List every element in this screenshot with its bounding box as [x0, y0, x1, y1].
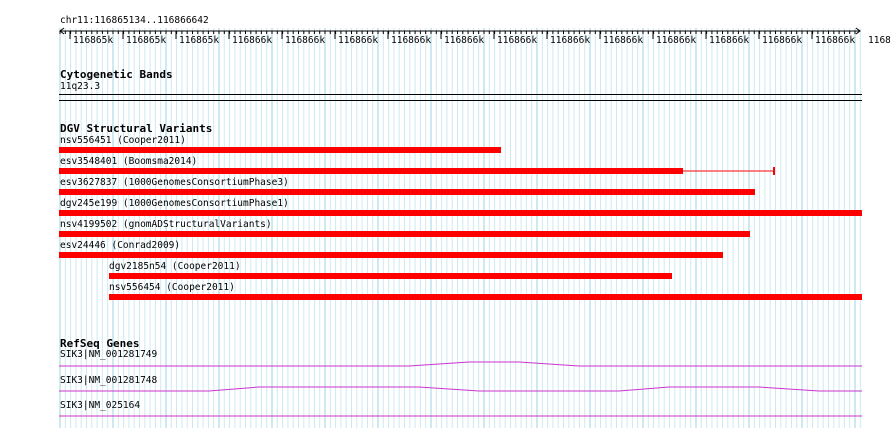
variant-label[interactable]: esv3627837 (1000GenomesConsortiumPhase3)	[60, 177, 289, 188]
variant-bar[interactable]	[59, 252, 723, 258]
variant-bar[interactable]	[59, 210, 862, 216]
ruler-tick-label: 116866k	[762, 35, 803, 46]
cytoband-line-lower	[59, 100, 862, 101]
ruler-tick-label: 116865k	[126, 35, 167, 46]
variant-label[interactable]: nsv4199502 (gnomADStructuralVariants)	[60, 219, 272, 230]
variant-bar[interactable]	[109, 294, 862, 300]
location-label: chr11:116865134..116866642	[60, 15, 209, 26]
variant-bar[interactable]	[59, 147, 501, 153]
ruler-tick-label: 116866k	[815, 35, 856, 46]
variant-bar[interactable]	[59, 231, 750, 237]
gene-line[interactable]	[59, 383, 862, 393]
cytoband-label: 11q23.3	[60, 81, 101, 92]
ruler-tick-label: 116866k	[232, 35, 273, 46]
variant-bar[interactable]	[59, 168, 683, 174]
ruler-tick-label: 116866k	[550, 35, 591, 46]
variant-label[interactable]: dgv245e199 (1000GenomesConsortiumPhase1)	[60, 198, 289, 209]
ruler-tick-label: 116866k	[444, 35, 485, 46]
ruler-tick-label: 116866k	[391, 35, 432, 46]
variant-extension-line[interactable]	[682, 166, 778, 176]
ruler-tick-label: 116866k	[338, 35, 379, 46]
variant-label[interactable]: dgv2185n54 (Cooper2011)	[109, 261, 241, 272]
ruler-tick-label: 116866k	[656, 35, 697, 46]
ruler-tick-label: 116866k	[497, 35, 538, 46]
ruler-tick-label: 116866k	[285, 35, 326, 46]
variant-bar[interactable]	[109, 273, 672, 279]
gene-line[interactable]	[59, 408, 862, 418]
ruler-tick-label: 116866k	[603, 35, 644, 46]
variant-label[interactable]: nsv556451 (Cooper2011)	[60, 135, 186, 146]
variant-label[interactable]: esv24446 (Conrad2009)	[60, 240, 180, 251]
ruler-tick-label: 116866k	[709, 35, 750, 46]
cytoband-line-upper	[59, 94, 862, 95]
ruler-tick-label: 116865k	[73, 35, 114, 46]
ruler-tick-label: 116867k	[868, 35, 890, 46]
ruler-tick-label: 116865k	[179, 35, 220, 46]
variant-label[interactable]: nsv556454 (Cooper2011)	[109, 282, 235, 293]
variant-bar[interactable]	[59, 189, 755, 195]
gene-line[interactable]	[59, 358, 862, 368]
dgv-track-title: DGV Structural Variants	[60, 122, 213, 135]
variant-label[interactable]: esv3548401 (Boomsma2014)	[60, 156, 197, 167]
cytobands-title: Cytogenetic Bands	[60, 68, 173, 81]
